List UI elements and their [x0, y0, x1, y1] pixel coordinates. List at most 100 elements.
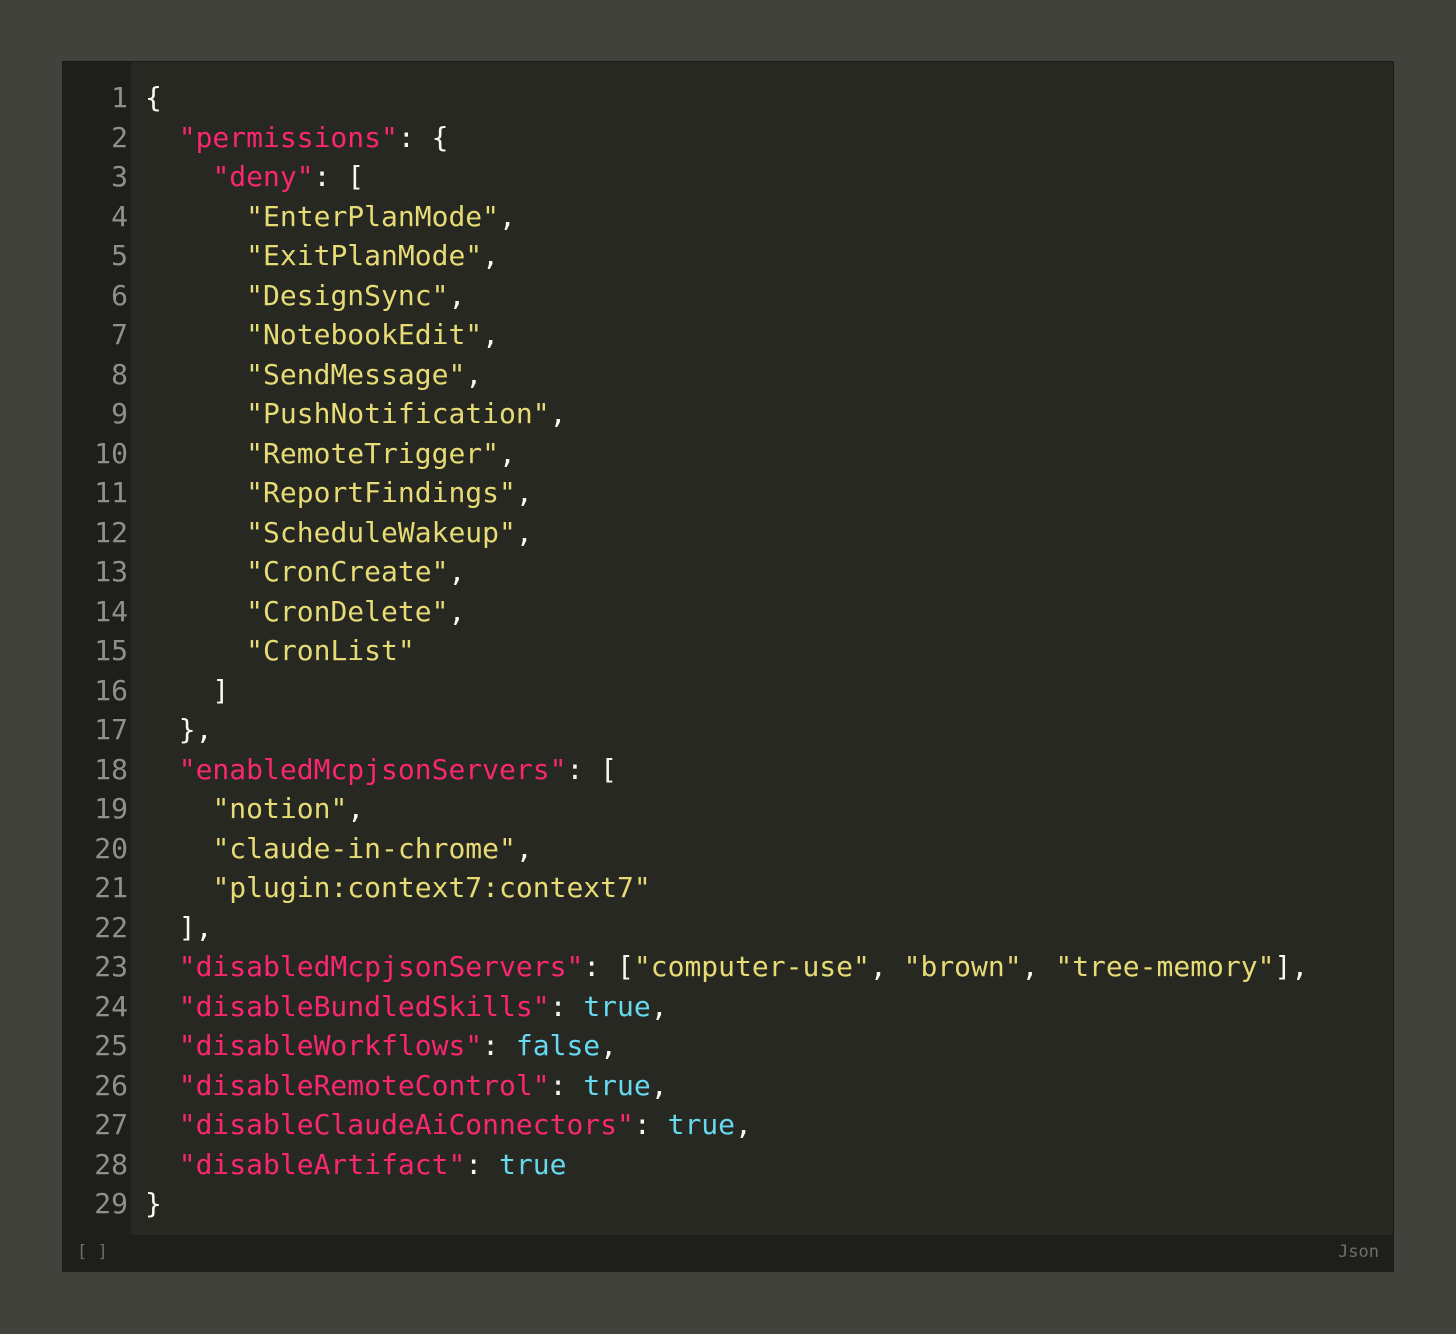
json-punctuation [145, 1069, 179, 1102]
json-punctuation [145, 476, 246, 509]
line-number: 6 [111, 278, 128, 312]
line-number: 8 [111, 357, 128, 391]
line-number-gutter: 1 2 3 4 5 6 7 8 9 10 11 12 13 14 15 16 17 18 19 20 21 22 23 24 2… [63, 62, 131, 1236]
json-punctuation: , [499, 199, 516, 233]
json-punctuation: : [549, 989, 584, 1023]
line-number: 25 [94, 1029, 128, 1062]
json-punctuation [145, 239, 246, 272]
line-number: 19 [94, 792, 128, 825]
json-punctuation: , [515, 515, 533, 549]
json-punctuation [145, 516, 246, 549]
json-punctuation: } [145, 1187, 162, 1220]
json-punctuation [145, 792, 212, 825]
json-punctuation: : [549, 1068, 584, 1102]
json-punctuation [145, 1108, 179, 1141]
code-line: }, [145, 710, 1393, 750]
json-punctuation: , [448, 278, 466, 312]
json-punctuation: , [869, 950, 904, 983]
code-line: } [145, 1184, 1393, 1224]
json-punctuation [145, 555, 246, 588]
code-line: "CronList" [145, 631, 1393, 671]
json-punctuation [145, 200, 246, 233]
json-punctuation [145, 437, 246, 470]
json-punctuation: : [633, 1108, 668, 1141]
line-number: 27 [94, 1108, 128, 1141]
json-punctuation: : [482, 1029, 516, 1062]
json-string: "DesignSync" [246, 278, 449, 312]
json-punctuation: , [448, 594, 466, 628]
line-number: 17 [94, 713, 128, 746]
bracket-match-indicator: [ ] [77, 1242, 108, 1262]
json-punctuation: , [515, 831, 533, 865]
line-number: 20 [94, 831, 128, 865]
json-punctuation [145, 318, 246, 351]
json-string: "ExitPlanMode" [246, 239, 483, 272]
json-punctuation [145, 121, 179, 154]
language-mode-label[interactable]: Json [1338, 1242, 1379, 1262]
json-string: "tree-memory" [1055, 950, 1275, 983]
json-punctuation: ], [1274, 950, 1309, 983]
json-key: "deny" [212, 160, 314, 193]
code-line: "disableArtifact": true [145, 1145, 1393, 1185]
code-line: "ExitPlanMode", [145, 236, 1393, 276]
json-boolean: true [667, 1108, 736, 1141]
line-number: 22 [94, 910, 128, 944]
line-number: 4 [111, 199, 128, 233]
json-key: "enabledMcpjsonServers" [178, 752, 567, 786]
json-punctuation: , [735, 1108, 752, 1141]
line-number: 5 [111, 239, 128, 272]
code-line: "deny": [ [145, 157, 1393, 197]
json-string: "notion" [212, 792, 348, 825]
code-line: "disabledMcpjsonServers": ["computer-use… [145, 947, 1393, 987]
code-line: "PushNotification", [145, 394, 1393, 434]
json-punctuation: , [650, 989, 668, 1023]
code-line: "ScheduleWakeup", [145, 513, 1393, 553]
line-number: 2 [111, 120, 128, 154]
code-line: ] [145, 671, 1393, 711]
json-punctuation: , [465, 357, 483, 391]
json-key: "disableBundledSkills" [178, 989, 550, 1023]
line-number: 12 [94, 515, 128, 549]
code-editor[interactable]: 1 2 3 4 5 6 7 8 9 10 11 12 13 14 15 16 17 18 19 20 21 22 23 24 2… [62, 61, 1394, 1272]
code-line: "CronCreate", [145, 552, 1393, 592]
line-number: 23 [94, 950, 128, 983]
json-string: "brown" [903, 950, 1022, 983]
code-line: "notion", [145, 789, 1393, 829]
json-boolean: false [515, 1029, 601, 1062]
code-content[interactable]: { "permissions": { "deny": [ "EnterPlanM… [131, 62, 1393, 1236]
json-punctuation [145, 950, 179, 983]
json-punctuation: , [650, 1068, 668, 1102]
json-punctuation [145, 871, 212, 904]
json-key: "disableRemoteControl" [178, 1068, 550, 1102]
line-number: 11 [94, 476, 128, 509]
json-punctuation [145, 397, 246, 430]
json-punctuation: ] [145, 673, 230, 707]
json-punctuation: , [347, 792, 365, 825]
code-line: "permissions": { [145, 118, 1393, 158]
json-string: "SendMessage" [246, 357, 466, 391]
line-number: 1 [111, 81, 128, 114]
json-punctuation: ], [145, 910, 213, 944]
code-line: "claude-in-chrome", [145, 829, 1393, 869]
json-string: "PushNotification" [246, 397, 550, 430]
json-punctuation [145, 753, 179, 786]
line-number: 3 [111, 160, 128, 193]
json-punctuation: , [448, 555, 466, 588]
json-punctuation: , [515, 476, 533, 509]
json-punctuation [145, 1029, 179, 1062]
json-boolean: true [499, 1147, 567, 1181]
json-string: "claude-in-chrome" [212, 831, 516, 865]
json-punctuation [145, 832, 212, 865]
json-punctuation: : [ [313, 160, 365, 193]
json-string: "RemoteTrigger" [246, 436, 500, 470]
json-punctuation: : [ [583, 950, 634, 983]
json-string: "ScheduleWakeup" [246, 515, 516, 549]
json-string: "NotebookEdit" [246, 318, 483, 351]
json-punctuation: }, [145, 713, 213, 746]
code-line: "disableWorkflows": false, [145, 1026, 1393, 1066]
json-punctuation: , [482, 239, 500, 272]
line-number: 18 [94, 752, 128, 786]
json-punctuation: , [482, 318, 500, 351]
line-number: 15 [94, 634, 128, 667]
json-punctuation [145, 160, 212, 193]
